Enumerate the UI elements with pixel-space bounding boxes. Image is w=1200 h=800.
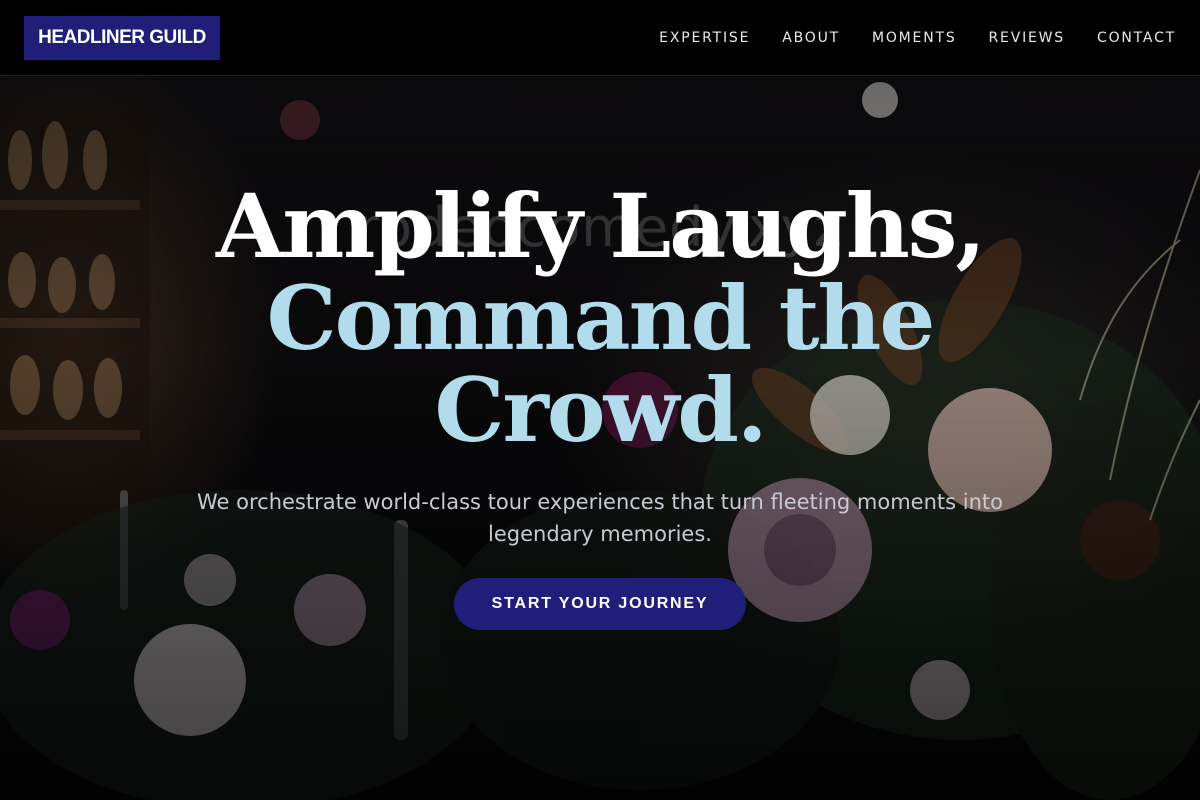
headline-line-2: Command the bbox=[266, 266, 936, 370]
headline-line-3: Crowd. bbox=[434, 358, 767, 462]
hero-subtitle: We orchestrate world-class tour experien… bbox=[197, 490, 1003, 546]
nav-menu: EXPERTISE ABOUT MOMENTS REVIEWS CONTACT bbox=[659, 0, 1176, 76]
brand-logo[interactable]: HEADLINER GUILD bbox=[24, 16, 220, 60]
nav-item-contact: CONTACT bbox=[1097, 29, 1176, 47]
nav-link-expertise[interactable]: EXPERTISE bbox=[659, 30, 750, 46]
headline-line-1: Amplify Laughs, bbox=[216, 174, 986, 278]
nav-item-expertise: EXPERTISE bbox=[659, 29, 750, 47]
nav-link-reviews[interactable]: REVIEWS bbox=[989, 30, 1065, 46]
hero-headline: Amplify Laughs, Command the Crowd. bbox=[0, 180, 1200, 456]
hero-section: Amplify Laughs, Command the Crowd. We or… bbox=[0, 180, 1200, 630]
start-journey-button[interactable]: START YOUR JOURNEY bbox=[454, 578, 746, 630]
nav-link-about[interactable]: ABOUT bbox=[782, 30, 840, 46]
nav-item-about: ABOUT bbox=[782, 29, 840, 47]
nav-item-moments: MOMENTS bbox=[872, 29, 957, 47]
nav-item-reviews: REVIEWS bbox=[989, 29, 1065, 47]
nav-link-contact[interactable]: CONTACT bbox=[1097, 30, 1176, 46]
nav-link-moments[interactable]: MOMENTS bbox=[872, 30, 957, 46]
top-navbar: HEADLINER GUILD EXPERTISE ABOUT MOMENTS … bbox=[0, 0, 1200, 76]
